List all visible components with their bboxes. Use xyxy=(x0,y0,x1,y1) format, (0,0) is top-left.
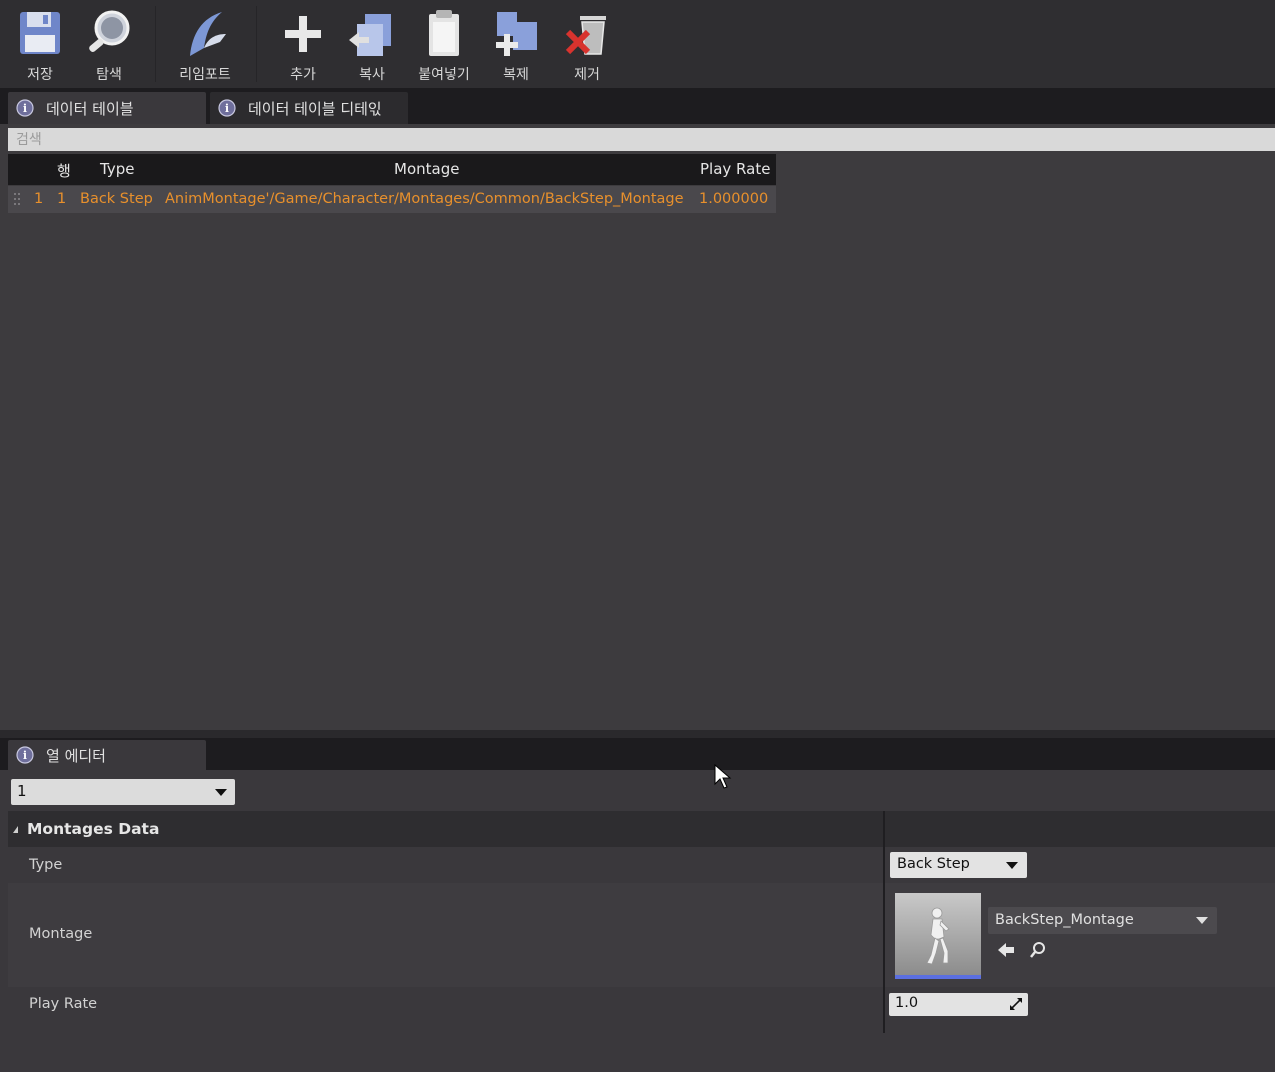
paste-button[interactable]: 붙여넣기 xyxy=(412,6,476,84)
play-rate-value: 1.0 xyxy=(895,995,919,1011)
browse-icon xyxy=(89,10,130,52)
duplicate-button[interactable]: 복제 xyxy=(488,6,544,84)
drag-handle-icon[interactable] xyxy=(14,192,22,208)
section-header-montages-data[interactable]: Montages Data xyxy=(8,811,1275,847)
header-type[interactable]: Type xyxy=(100,160,134,178)
tab-data-table-details-label: 데이터 테이블 디테읷 xyxy=(248,100,382,118)
cell-row-name: 1 xyxy=(57,191,67,207)
paste-icon xyxy=(429,10,459,56)
chevron-down-icon xyxy=(1006,862,1018,869)
cell-play-rate: 1.000000 xyxy=(699,191,769,207)
collapse-arrow-icon[interactable] xyxy=(13,826,18,833)
copy-label: 복사 xyxy=(359,67,385,83)
document-tab-bar: i 데이터 테이블 i 데이터 테이블 디테읷 xyxy=(0,88,1275,124)
data-table-panel xyxy=(8,152,1275,730)
table-header: 행 Type Montage Play Rate xyxy=(8,154,776,185)
svg-text:i: i xyxy=(23,102,27,115)
header-row[interactable]: 행 xyxy=(57,160,71,181)
row-selector-value: 1 xyxy=(17,782,27,800)
remove-icon xyxy=(565,16,606,55)
add-icon xyxy=(285,16,321,52)
chevron-down-icon xyxy=(215,789,227,796)
copy-icon xyxy=(349,14,391,56)
search-input[interactable] xyxy=(8,128,1275,151)
mouse-cursor-icon xyxy=(714,764,732,789)
property-label-play-rate: Play Rate xyxy=(29,996,98,1012)
tab-data-table-label: 데이터 테이블 xyxy=(46,100,134,118)
info-icon: i xyxy=(218,99,236,117)
save-button[interactable]: 저장 xyxy=(14,6,66,84)
tab-column-editor[interactable]: i 열 에디터 xyxy=(8,740,206,770)
save-label: 저장 xyxy=(27,67,53,83)
chevron-down-icon xyxy=(1196,917,1208,924)
cell-index: 1 xyxy=(34,191,44,207)
reimport-button[interactable]: 리임포트 xyxy=(172,6,238,84)
cell-montage: AnimMontage'/Game/Character/Montages/Com… xyxy=(165,191,684,207)
remove-button[interactable]: 제거 xyxy=(560,6,614,84)
header-play-rate[interactable]: Play Rate xyxy=(700,160,770,178)
tab-data-table[interactable]: i 데이터 테이블 xyxy=(8,92,206,124)
property-row-montage: Montage xyxy=(8,883,1275,987)
property-label-type: Type xyxy=(29,857,63,873)
tab-column-editor-label: 열 에디터 xyxy=(46,747,106,765)
panel-splitter[interactable] xyxy=(0,730,1275,738)
tab-data-table-details[interactable]: i 데이터 테이블 디테읷 xyxy=(210,92,408,124)
row-selector-dropdown[interactable]: 1 xyxy=(11,779,235,805)
montage-thumbnail[interactable] xyxy=(895,893,981,979)
table-row[interactable]: 1 1 Back Step AnimMontage'/Game/Characte… xyxy=(8,186,776,213)
header-montage[interactable]: Montage xyxy=(394,160,459,178)
toolbar: 저장 탐색 리임포트 추가 복사 붙여넣기 복제 제거 xyxy=(0,0,1275,89)
type-dropdown[interactable]: Back Step xyxy=(890,852,1027,878)
toolbar-separator xyxy=(155,6,156,82)
add-label: 추가 xyxy=(290,67,316,83)
type-dropdown-value: Back Step xyxy=(897,856,970,872)
duplicate-icon xyxy=(496,12,537,56)
browse-asset-icon[interactable] xyxy=(1029,941,1047,959)
remove-label: 제거 xyxy=(574,67,600,83)
cell-type: Back Step xyxy=(80,191,153,207)
svg-text:i: i xyxy=(23,749,27,762)
add-button[interactable]: 추가 xyxy=(278,6,328,84)
column-editor-tab-bar: i 열 에디터 xyxy=(0,738,1275,770)
info-icon: i xyxy=(16,99,34,117)
browse-button[interactable]: 탐색 xyxy=(82,6,136,84)
section-title: Montages Data xyxy=(27,820,160,838)
character-figure-icon xyxy=(926,907,950,965)
spin-arrows-icon[interactable] xyxy=(1008,996,1024,1012)
use-selected-arrow-icon[interactable] xyxy=(997,942,1015,958)
info-icon: i xyxy=(16,746,34,764)
save-icon xyxy=(20,12,60,54)
toolbar-separator xyxy=(256,6,257,82)
play-rate-field[interactable]: 1.0 xyxy=(889,993,1028,1016)
property-row-type: Type xyxy=(8,847,1275,883)
duplicate-label: 복제 xyxy=(503,67,529,83)
paste-label: 붙여넣기 xyxy=(418,67,470,83)
montage-asset-value: BackStep_Montage xyxy=(995,912,1134,928)
column-splitter[interactable] xyxy=(883,811,885,1033)
copy-button[interactable]: 복사 xyxy=(344,6,400,84)
property-row-play-rate: Play Rate xyxy=(8,987,1275,1023)
browse-label: 탐색 xyxy=(96,67,122,83)
property-label-montage: Montage xyxy=(29,926,93,942)
svg-text:i: i xyxy=(225,102,229,115)
reimport-label: 리임포트 xyxy=(179,67,231,83)
reimport-icon xyxy=(190,12,226,56)
montage-asset-dropdown[interactable]: BackStep_Montage xyxy=(988,907,1217,934)
